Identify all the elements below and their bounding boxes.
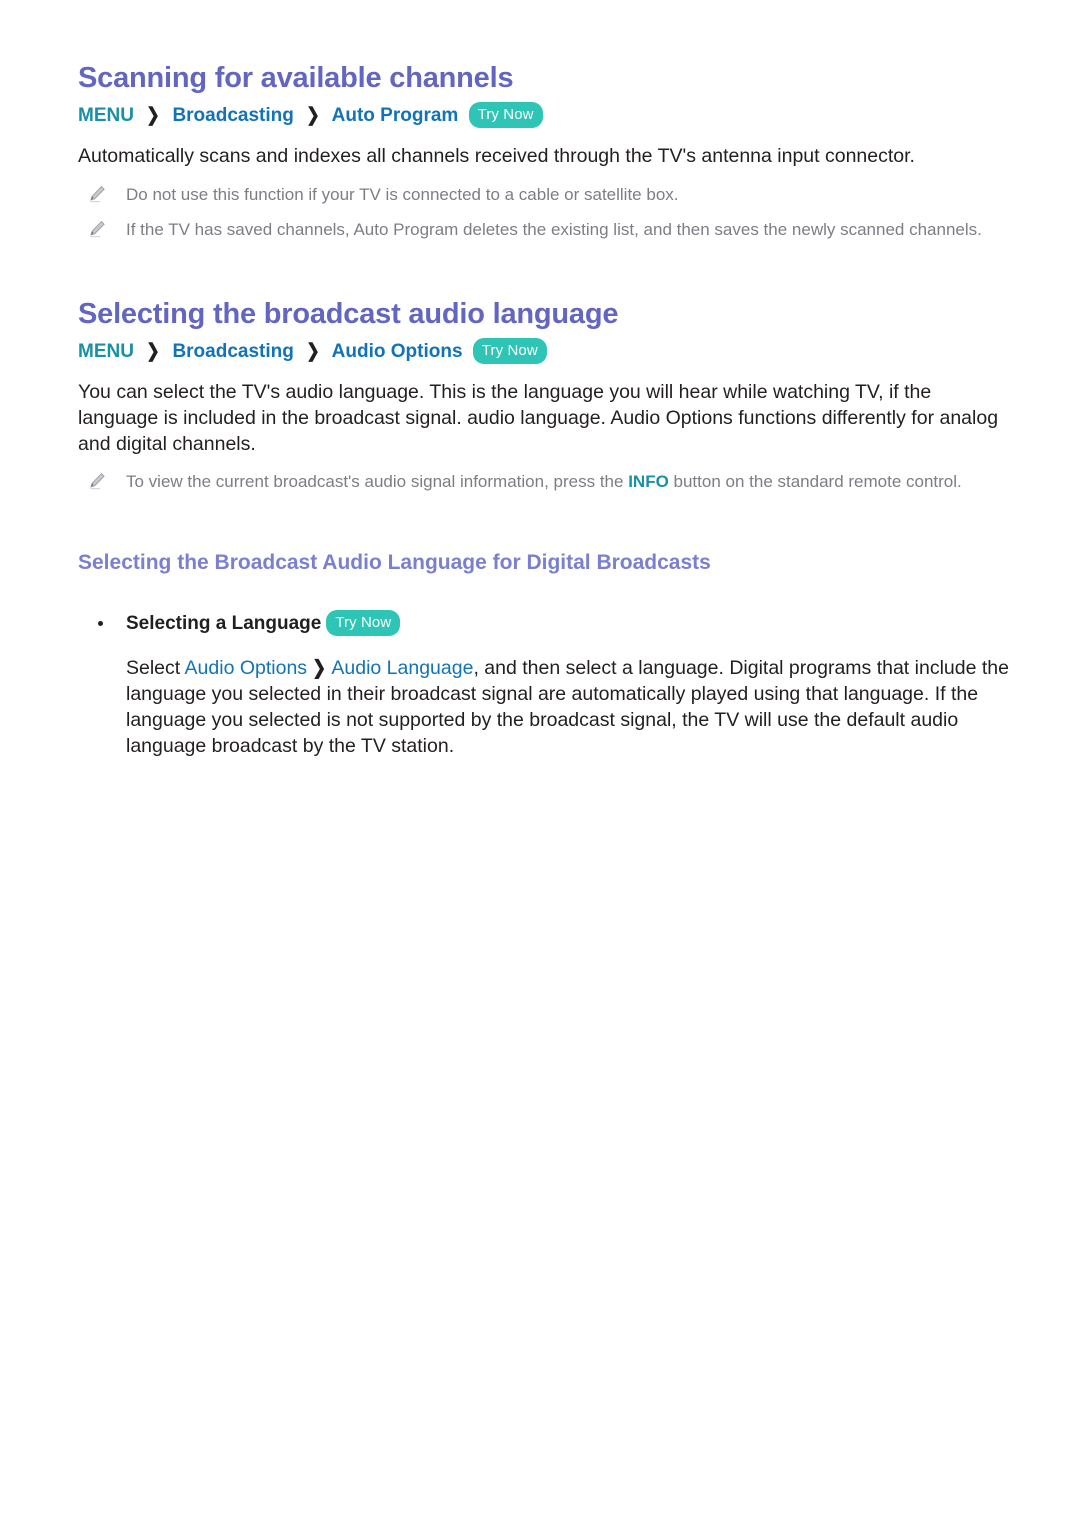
page-title-scanning: Scanning for available channels xyxy=(78,62,514,94)
breadcrumb-auto-program: MENU ❯ Broadcasting ❯ Auto Program Try N… xyxy=(78,101,1020,129)
try-now-badge[interactable]: Try Now xyxy=(468,101,543,128)
breadcrumb-root-menu[interactable]: MENU xyxy=(78,105,134,126)
pencil-icon xyxy=(88,185,106,203)
try-now-badge[interactable]: Try Now xyxy=(472,337,547,364)
chevron-right-icon: ❯ xyxy=(146,104,160,126)
breadcrumb-item-broadcasting[interactable]: Broadcasting xyxy=(172,105,293,126)
bullet-dot-icon xyxy=(98,620,103,626)
breadcrumb-item-audio-options[interactable]: Audio Options xyxy=(332,341,463,362)
pencil-icon xyxy=(88,472,106,490)
note-item: Do not use this function if your TV is c… xyxy=(78,184,1020,207)
chevron-right-icon: ❯ xyxy=(306,340,320,362)
breadcrumb-item-auto-program[interactable]: Auto Program xyxy=(332,105,459,126)
paragraph-lead: Select xyxy=(126,656,185,679)
chevron-right-icon: ❯ xyxy=(146,340,160,362)
note-text: If the TV has saved channels, Auto Progr… xyxy=(126,219,982,239)
inline-link-audio-options[interactable]: Audio Options xyxy=(185,657,308,679)
intro-paragraph-audio-language: You can select the TV's audio language. … xyxy=(78,381,999,455)
note-text-before: To view the current broadcast's audio si… xyxy=(126,472,629,492)
breadcrumb-audio-options: MENU ❯ Broadcasting ❯ Audio Options Try … xyxy=(78,337,1020,365)
pencil-icon xyxy=(88,220,106,238)
breadcrumb-item-broadcasting[interactable]: Broadcasting xyxy=(172,341,293,362)
try-now-badge[interactable]: Try Now xyxy=(326,609,401,636)
subsection-spacer xyxy=(78,506,1020,550)
page-title-audio-language: Selecting the broadcast audio language xyxy=(78,297,619,330)
note-item-info: To view the current broadcast's audio si… xyxy=(78,471,1020,494)
subsection-paragraph: Select Audio Options ❯ Audio Language, and… xyxy=(126,656,1011,760)
inline-link-audio-language[interactable]: Audio Language xyxy=(331,657,473,679)
subsection-title-digital-broadcasts: Selecting the Broadcast Audio Language f… xyxy=(78,551,711,575)
breadcrumb-root-menu[interactable]: MENU xyxy=(78,341,134,362)
note-text: Do not use this function if your TV is c… xyxy=(126,185,679,205)
intro-paragraph-scanning: Automatically scans and indexes all chan… xyxy=(78,145,915,168)
info-button-keyword: INFO xyxy=(628,472,669,492)
note-item: If the TV has saved channels, Auto Progr… xyxy=(78,219,1020,242)
chevron-right-icon: ❯ xyxy=(306,104,320,126)
list-item-selecting-a-language: Selecting a Language Try Now xyxy=(78,609,1020,637)
chevron-right-icon: ❯ xyxy=(312,656,327,679)
list-item-label: Selecting a Language xyxy=(126,612,322,634)
note-text-after: button on the standard remote control. xyxy=(668,472,962,492)
document-page: Scanning for available channels MENU ❯ B… xyxy=(0,0,1080,1527)
